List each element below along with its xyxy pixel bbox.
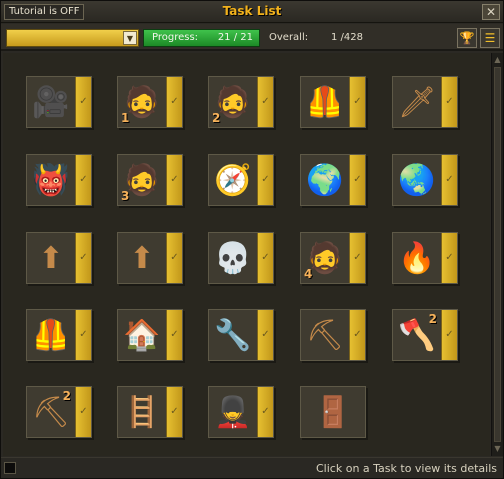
footer: Click on a Task to view its details — [1, 457, 503, 478]
completed-check-icon: ✓ — [349, 77, 365, 127]
task-tile[interactable]: 🎥 ✓ — [26, 76, 92, 128]
title-bar: Tutorial is OFF Task List ✕ — [1, 1, 503, 23]
list-view-button[interactable]: ☰ — [480, 28, 500, 48]
task-badge: 3 — [121, 189, 130, 203]
completed-check-icon: ✓ — [257, 310, 273, 360]
task-tile[interactable]: 🔧 ✓ — [208, 309, 274, 361]
task-tile[interactable]: 🪓 2 ✓ — [392, 309, 458, 361]
pickaxe-ore-icon: ⛏ — [301, 310, 349, 360]
task-badge: 2 — [428, 312, 437, 326]
task-list-window: Tutorial is OFF Task List ✕ ▼ Progress: … — [0, 0, 504, 479]
toolbar: ▼ Progress: 21 / 21 Overall: 1 /428 🏆 ☰ — [1, 24, 503, 51]
window-title: Task List — [222, 4, 282, 18]
ladder-icon: 🪜 — [118, 387, 166, 437]
task-tile[interactable]: 🌍 ✓ — [300, 154, 366, 206]
completed-check-icon: ✓ — [441, 310, 457, 360]
globe-compass-icon: 🌏 — [393, 155, 441, 205]
torch-icon: 🔥 — [393, 233, 441, 283]
trophy-button[interactable]: 🏆 — [457, 28, 477, 48]
completed-check-icon: ✓ — [441, 233, 457, 283]
house-icon: 🏠 — [118, 310, 166, 360]
task-tile[interactable]: 🏠 ✓ — [117, 309, 183, 361]
task-tile[interactable]: 🧔 3 ✓ — [117, 154, 183, 206]
completed-check-icon: ✓ — [166, 155, 182, 205]
task-tile[interactable]: ⬆ ✓ — [26, 232, 92, 284]
task-tile[interactable]: 🦺 ✓ — [300, 76, 366, 128]
camera-rotate-icon: 🎥 — [27, 77, 75, 127]
task-tile[interactable]: 💂 ✓ — [208, 386, 274, 438]
completed-check-icon: ✓ — [75, 233, 91, 283]
scroll-down-arrow-icon[interactable]: ▼ — [492, 444, 503, 454]
task-tile[interactable]: 🪜 ✓ — [117, 386, 183, 438]
task-tile[interactable]: ⛏ ✓ — [300, 309, 366, 361]
progress-label: Progress: — [152, 32, 199, 43]
scrollbar[interactable]: ▲ ▼ — [491, 53, 503, 456]
completed-check-icon: ✓ — [166, 233, 182, 283]
completed-check-icon: ✓ — [166, 310, 182, 360]
progress-bar: Progress: 21 / 21 — [143, 29, 260, 47]
completed-check-icon: ✓ — [441, 155, 457, 205]
soldier-portrait-icon: 💂 — [209, 387, 257, 437]
close-button[interactable]: ✕ — [482, 4, 500, 20]
globe-icon: 🌍 — [301, 155, 349, 205]
compass-icon: 🧭 — [209, 155, 257, 205]
sword-icon: 🗡 — [393, 77, 441, 127]
task-badge: 2 — [212, 111, 221, 125]
progress-value: 21 / 21 — [217, 32, 253, 43]
completed-check-icon: ✓ — [349, 310, 365, 360]
footer-hint: Click on a Task to view its details — [316, 462, 497, 475]
task-tile[interactable]: 🔥 ✓ — [392, 232, 458, 284]
completed-check-icon: ✓ — [349, 155, 365, 205]
climb-wall-icon: ⬆ — [27, 233, 75, 283]
completed-check-icon: ✓ — [257, 233, 273, 283]
task-tile[interactable]: 🗡 ✓ — [392, 76, 458, 128]
overall-value: 1 /428 — [331, 32, 363, 43]
goblin-icon: 👹 — [27, 155, 75, 205]
completed-check-icon: ✓ — [257, 155, 273, 205]
task-badge: 4 — [304, 267, 313, 281]
task-grid: 🎥 ✓ 🧔 1 ✓ 🧔 2 ✓ 🦺 ✓ 🗡 ✓ 👹 ✓ 🧔 3 ✓ 🧭 ✓ 🌍 ✓ 🌏 ✓ ⬆ ✓ ⬆ ✓ 💀 ✓ 🧔 4 ✓ 🔥 ✓ 🦺 ✓ 🏠 ✓ 🔧 ✓… — [3, 53, 490, 456]
door-icon: 🚪 — [301, 387, 365, 437]
task-tile[interactable]: 🧔 2 ✓ — [208, 76, 274, 128]
task-tile[interactable]: 🧔 1 ✓ — [117, 76, 183, 128]
close-icon: ✕ — [485, 5, 497, 19]
task-badge: 1 — [121, 111, 130, 125]
completed-check-icon: ✓ — [349, 233, 365, 283]
overall-label: Overall: — [269, 32, 309, 43]
completed-check-icon: ✓ — [75, 310, 91, 360]
completed-check-icon: ✓ — [441, 77, 457, 127]
completed-check-icon: ✓ — [166, 77, 182, 127]
completed-check-icon: ✓ — [257, 77, 273, 127]
list-icon: ☰ — [484, 31, 496, 45]
task-tile[interactable]: ⬆ ✓ — [117, 232, 183, 284]
armour-icon: 🦺 — [301, 77, 349, 127]
task-tile[interactable]: 🧭 ✓ — [208, 154, 274, 206]
task-filter-dropdown[interactable]: ▼ — [6, 29, 139, 47]
task-tile[interactable]: 🚪 — [300, 386, 366, 438]
task-tile[interactable]: 🌏 ✓ — [392, 154, 458, 206]
completed-check-icon: ✓ — [75, 77, 91, 127]
climb-wall-icon: ⬆ — [118, 233, 166, 283]
completed-check-icon: ✓ — [75, 387, 91, 437]
scroll-up-arrow-icon[interactable]: ▲ — [492, 55, 503, 65]
tools-icon: 🔧 — [209, 310, 257, 360]
task-tile[interactable]: ⛏ 2 ✓ — [26, 386, 92, 438]
chevron-down-icon[interactable]: ▼ — [123, 31, 137, 45]
armour-down-icon: 🦺 — [27, 310, 75, 360]
task-tile[interactable]: 🧔 4 ✓ — [300, 232, 366, 284]
completed-check-icon: ✓ — [166, 387, 182, 437]
footer-checkbox[interactable] — [4, 462, 16, 474]
completed-check-icon: ✓ — [257, 387, 273, 437]
task-badge: 2 — [62, 389, 71, 403]
skull-hat-icon: 💀 — [209, 233, 257, 283]
trophy-icon: 🏆 — [459, 31, 475, 45]
task-tile[interactable]: 🦺 ✓ — [26, 309, 92, 361]
completed-check-icon: ✓ — [75, 155, 91, 205]
scroll-thumb[interactable] — [494, 67, 501, 442]
task-tile[interactable]: 👹 ✓ — [26, 154, 92, 206]
task-tile[interactable]: 💀 ✓ — [208, 232, 274, 284]
